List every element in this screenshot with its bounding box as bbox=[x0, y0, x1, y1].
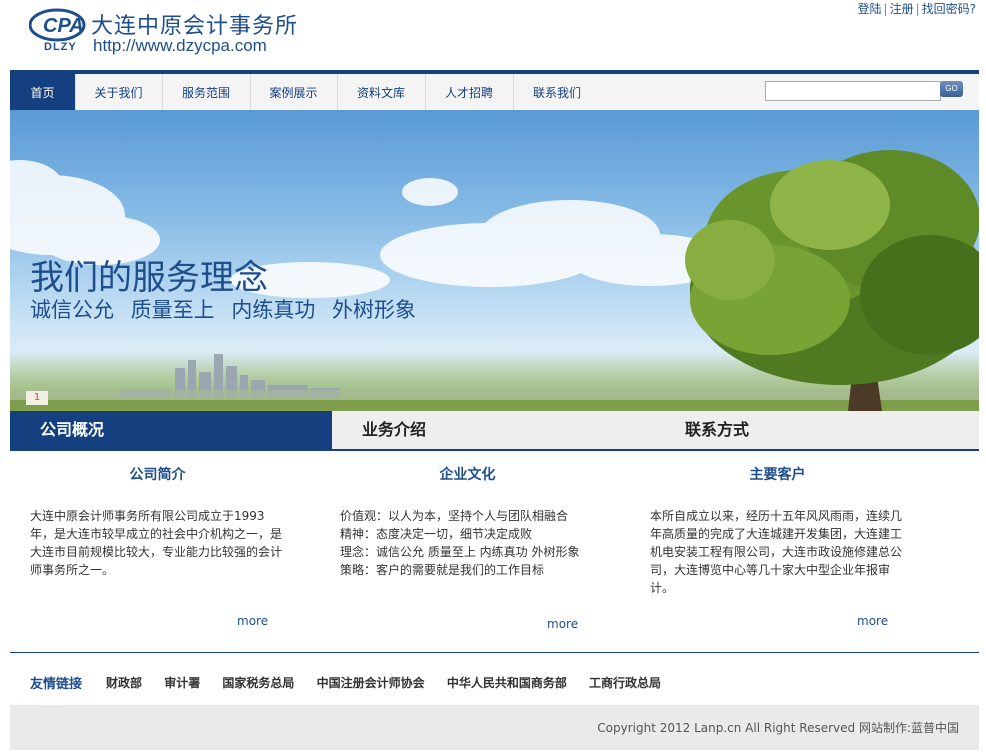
section-body: 本所自成立以来，经历十五年风风雨雨，连续几 年高质量的完成了大连城建开发集团，大… bbox=[650, 507, 905, 597]
text-line: 大连中原会计师事务所有限公司成立于1993 bbox=[30, 509, 265, 523]
footer: Copyright 2012 Lanp.cn All Right Reserve… bbox=[10, 705, 979, 750]
section-title: 公司简介 bbox=[129, 467, 186, 483]
friend-link-mof[interactable]: 财政部 bbox=[106, 676, 142, 690]
text-line: 精神：态度决定一切，细节决定成败 bbox=[340, 527, 533, 541]
text-line: 策略：客户的需要就是我们的工作目标 bbox=[340, 563, 545, 577]
section-body: 价值观：以人为本，坚持个人与团队相融合 精神：态度决定一切，细节决定成败 理念：… bbox=[340, 507, 595, 579]
nav-item-home[interactable]: 首页 bbox=[10, 74, 76, 110]
login-link[interactable]: 登陆 bbox=[858, 2, 882, 16]
nav-item-careers[interactable]: 人才招聘 bbox=[425, 74, 514, 110]
hero-banner: 我们的服务理念 诚信公允 质量至上 内练真功 外树形象 1 bbox=[10, 110, 979, 411]
section-title: 企业文化 bbox=[439, 467, 496, 483]
content-tabs: 公司概况 业务介绍 联系方式 bbox=[10, 411, 979, 451]
text-line: 年，是大连市较早成立的社会中介机构之一，是 bbox=[30, 527, 283, 541]
nav-item-contact[interactable]: 联系我们 bbox=[513, 74, 601, 110]
nav-item-services[interactable]: 服务范围 bbox=[162, 74, 251, 110]
friend-link-saic[interactable]: 工商行政总局 bbox=[589, 676, 661, 690]
copyright-text: Copyright 2012 Lanp.cn All Right Reserve… bbox=[597, 721, 959, 735]
grass bbox=[10, 400, 979, 411]
link-separator: | bbox=[883, 2, 888, 16]
text-line: 计。 bbox=[650, 581, 675, 595]
banner-title: 我们的服务理念 bbox=[30, 258, 268, 298]
text-line: 价值观：以人为本，坚持个人与团队相融合 bbox=[340, 509, 569, 523]
tab-contact-info[interactable]: 联系方式 bbox=[655, 411, 979, 449]
text-line: 本所自成立以来，经历十五年风风雨雨，连续几 bbox=[650, 509, 903, 523]
friend-links: 财政部 审计署 国家税务总局 中国注册会计师协会 中华人民共和国商务部 工商行政… bbox=[106, 674, 679, 691]
more-link[interactable]: more bbox=[857, 614, 888, 628]
text-line: 大连市目前规模比较大，专业能力比较强的会计 bbox=[30, 545, 283, 559]
text-line: 司，大连博览中心等几十家大中型企业年报审 bbox=[650, 563, 891, 577]
section-title: 主要客户 bbox=[749, 467, 806, 483]
register-link[interactable]: 注册 bbox=[890, 2, 914, 16]
link-separator: | bbox=[915, 2, 920, 16]
friend-link-mofcom[interactable]: 中华人民共和国商务部 bbox=[447, 676, 567, 690]
corporate-culture-section: 企业文化 价值观：以人为本，坚持个人与团队相融合 精神：态度决定一切，细节决定成… bbox=[340, 465, 595, 579]
logo-sub-text: DLZY bbox=[44, 41, 77, 53]
search-button[interactable]: GO bbox=[940, 81, 963, 97]
more-link[interactable]: more bbox=[237, 614, 268, 628]
company-intro-section: 公司简介 大连中原会计师事务所有限公司成立于1993 年，是大连市较早成立的社会… bbox=[30, 465, 285, 579]
search-input[interactable] bbox=[765, 81, 941, 101]
tab-company-overview[interactable]: 公司概况 bbox=[10, 411, 332, 449]
text-line: 理念：诚信公允 质量至上 内练真功 外树形象 bbox=[340, 545, 580, 559]
section-divider bbox=[10, 652, 979, 653]
slide-indicator[interactable]: 1 bbox=[26, 391, 48, 405]
tree-canopy bbox=[685, 150, 979, 385]
friend-link-audit[interactable]: 审计署 bbox=[164, 676, 200, 690]
account-links: 登陆 | 注册 | 找回密码? bbox=[858, 0, 977, 17]
more-link[interactable]: more bbox=[547, 617, 578, 631]
company-url: http://www.dzycpa.com bbox=[93, 36, 267, 55]
main-nav: 首页 关于我们 服务范围 案例展示 资料文库 人才招聘 联系我们 GO bbox=[10, 70, 979, 110]
nav-item-cases[interactable]: 案例展示 bbox=[250, 74, 338, 110]
friend-links-label: 友情链接 bbox=[30, 677, 83, 692]
banner-subtitle: 诚信公允 质量至上 内练真功 外树形象 bbox=[30, 298, 417, 322]
site-logo[interactable]: CPA DLZY 大连中原会计事务所 http://www.dzycpa.com bbox=[29, 6, 329, 61]
text-line: 年高质量的完成了大连城建开发集团，大连建工 bbox=[650, 527, 903, 541]
nav-item-about[interactable]: 关于我们 bbox=[75, 74, 163, 110]
text-line: 机电安装工程有限公司，大连市政设施修建总公 bbox=[650, 545, 903, 559]
nav-item-library[interactable]: 资料文库 bbox=[337, 74, 426, 110]
logo-mark-text: CPA bbox=[43, 15, 84, 37]
section-body: 大连中原会计师事务所有限公司成立于1993 年，是大连市较早成立的社会中介机构之… bbox=[30, 507, 285, 579]
forgot-password-link[interactable]: 找回密码? bbox=[922, 2, 976, 16]
tab-business-intro[interactable]: 业务介绍 bbox=[332, 411, 655, 449]
text-line: 师事务所之一。 bbox=[30, 563, 115, 577]
friend-link-cicpa[interactable]: 中国注册会计师协会 bbox=[317, 676, 425, 690]
friend-link-tax[interactable]: 国家税务总局 bbox=[222, 676, 294, 690]
main-clients-section: 主要客户 本所自成立以来，经历十五年风风雨雨，连续几 年高质量的完成了大连城建开… bbox=[650, 465, 905, 597]
